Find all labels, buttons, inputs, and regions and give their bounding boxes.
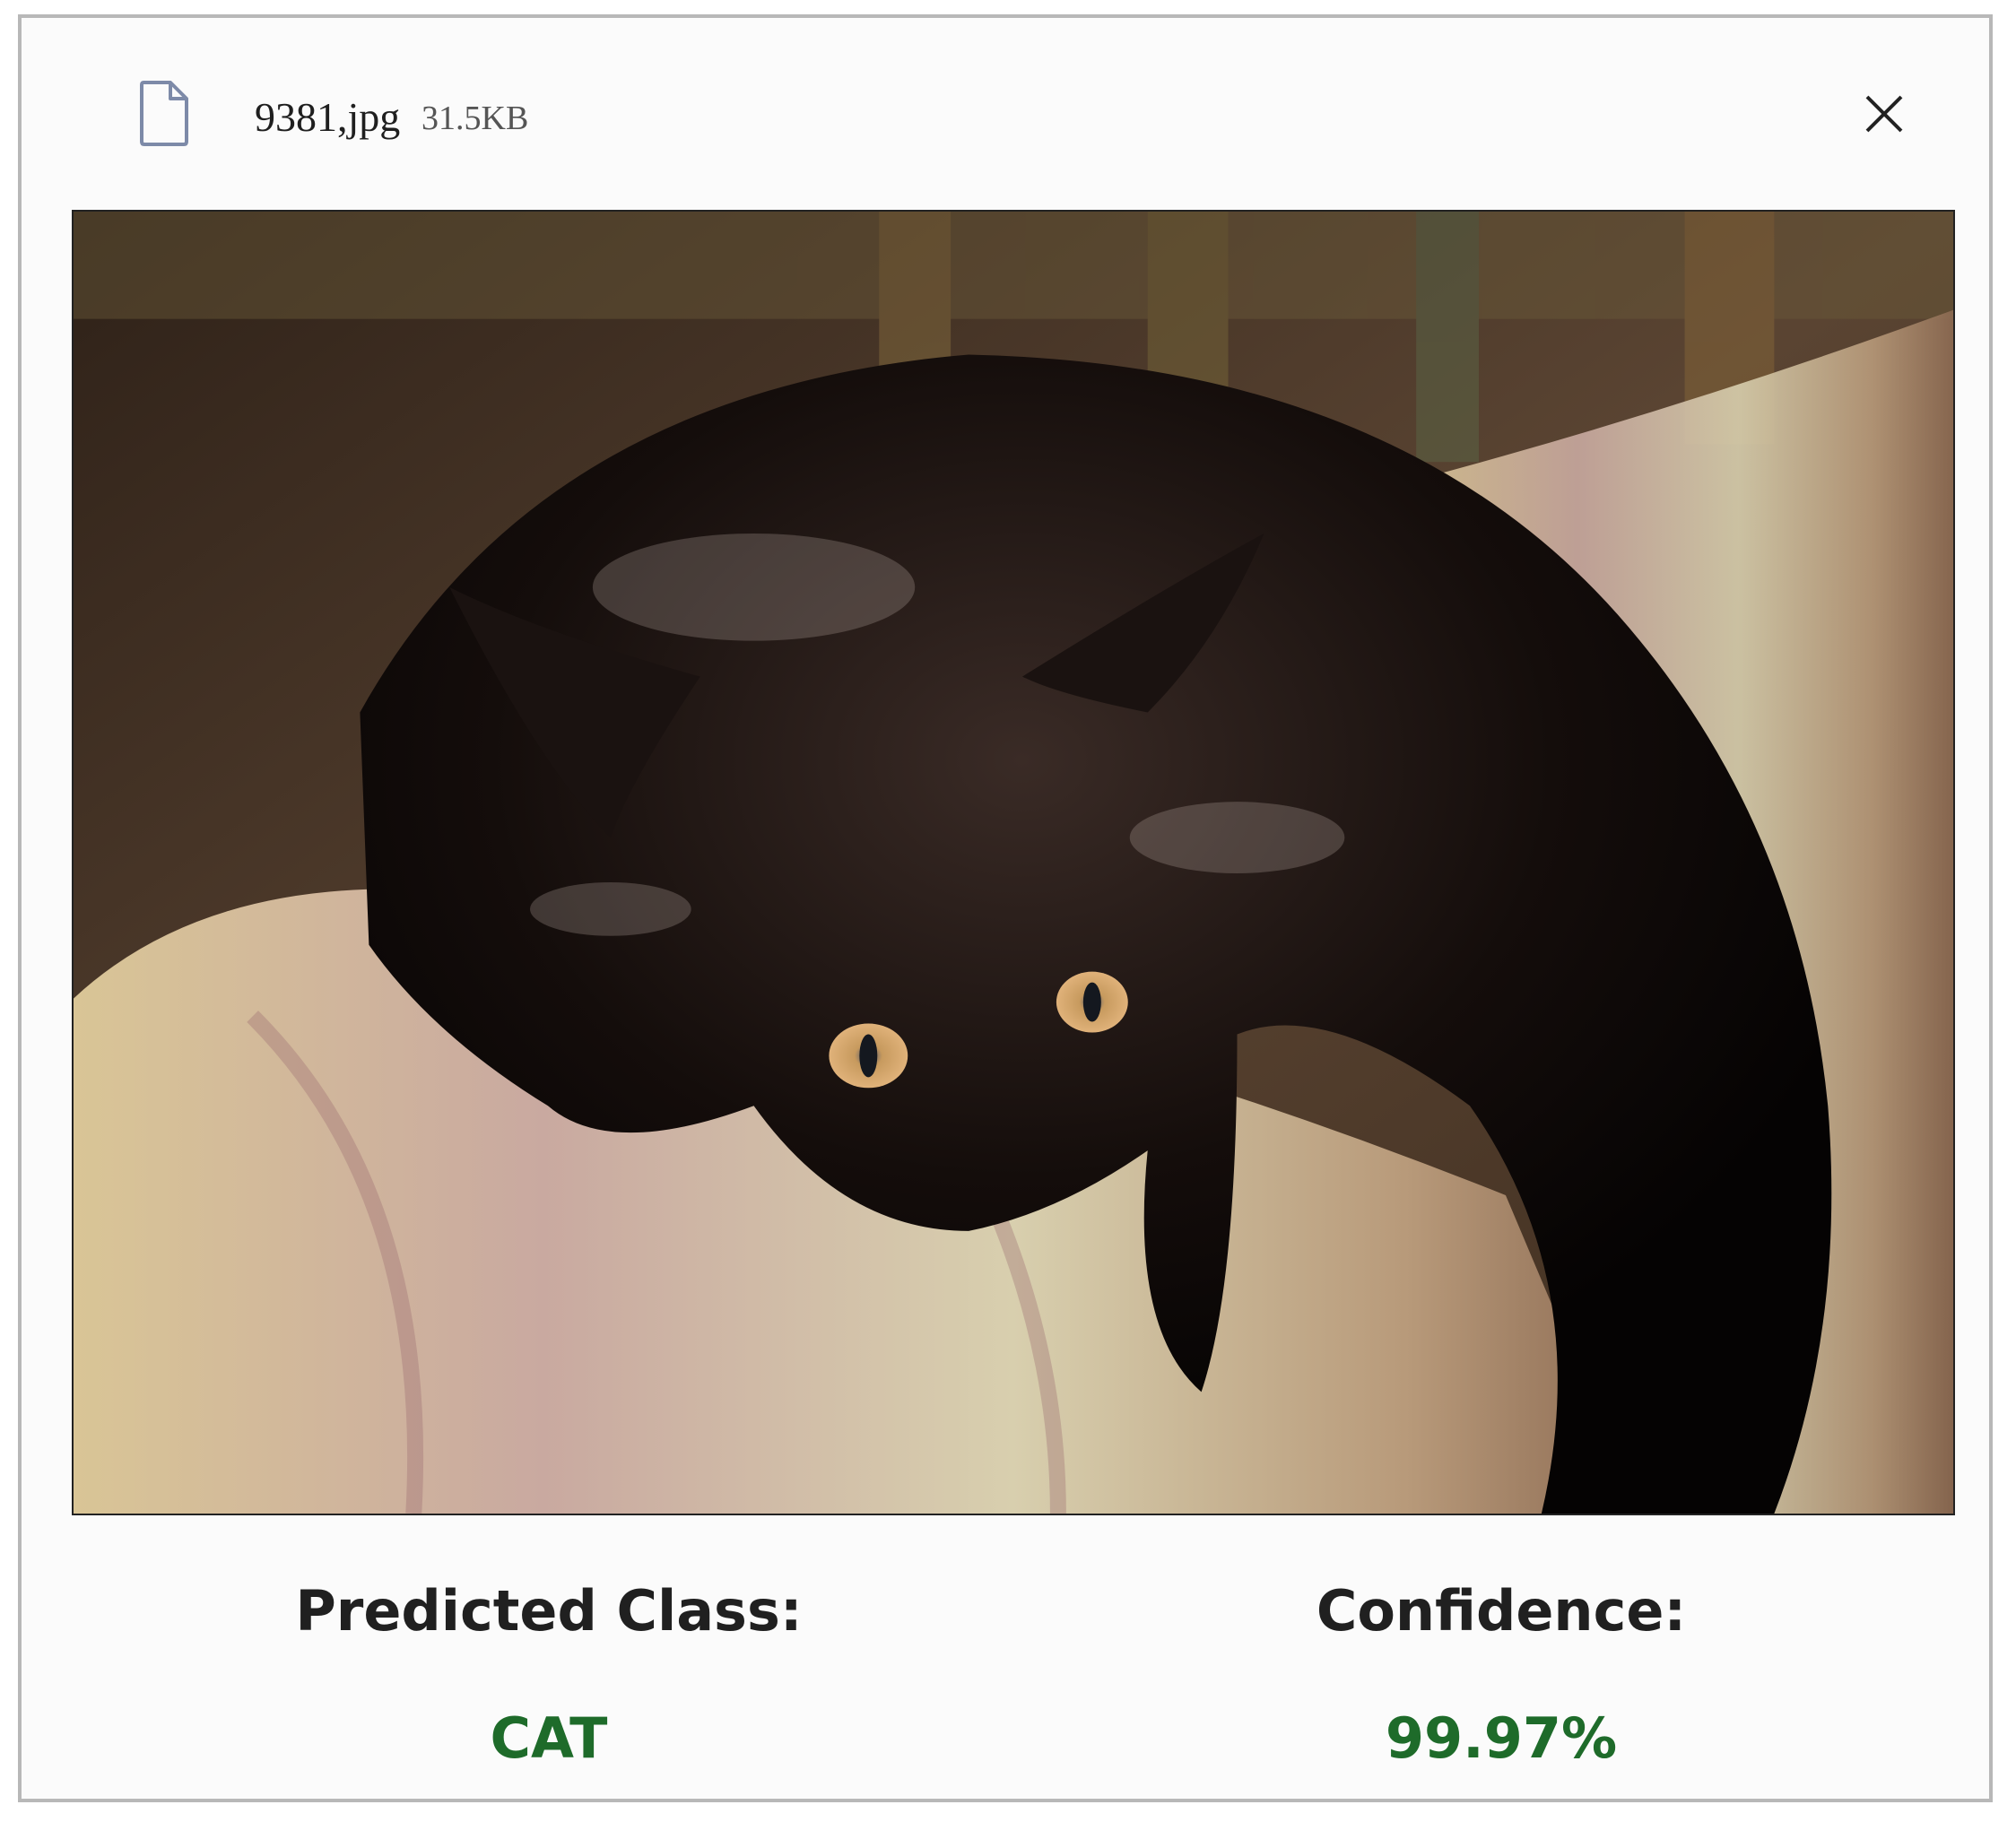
file-icon xyxy=(138,79,190,147)
predicted-class-label: Predicted Class: xyxy=(295,1578,803,1644)
confidence-value: 99.97% xyxy=(1385,1705,1618,1771)
prediction-card: 9381,jpg 31.5KB Predicted Class: Confide… xyxy=(18,14,1993,1802)
close-icon[interactable] xyxy=(1860,90,1908,138)
predicted-class-value: CAT xyxy=(490,1705,608,1771)
file-size: 31.5KB xyxy=(421,100,529,137)
file-name: 9381,jpg xyxy=(255,94,401,140)
uploaded-image xyxy=(72,210,1955,1515)
confidence-label: Confidence: xyxy=(1316,1578,1687,1644)
